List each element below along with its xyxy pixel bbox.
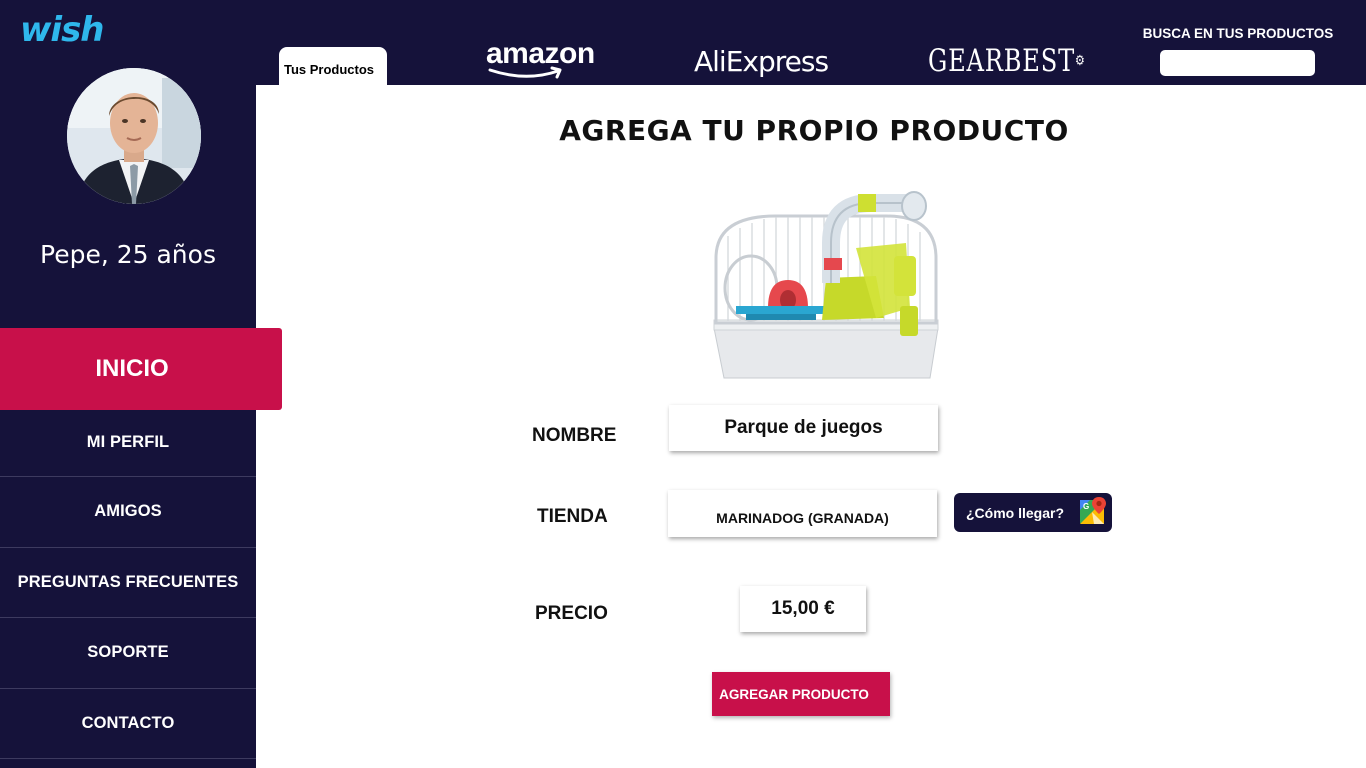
sidebar-item-contacto[interactable]: CONTACTO: [0, 689, 256, 759]
search-label: BUSCA EN TUS PRODUCTOS: [1142, 26, 1334, 41]
gearbest-logo-text: GEARBEST: [928, 43, 1075, 79]
amazon-logo[interactable]: amazon: [486, 38, 596, 84]
como-llegar-button[interactable]: ¿Cómo llegar? G: [954, 493, 1112, 532]
google-maps-icon: G: [1080, 497, 1106, 524]
sidebar: wish Pepe, 25 años INICIO MI PERFIL AMIG…: [0, 0, 282, 768]
avatar: [67, 68, 201, 204]
hamster-cage-image: [706, 188, 946, 386]
como-llegar-label: ¿Cómo llegar?: [966, 504, 1065, 521]
sidebar-item-soporte[interactable]: SOPORTE: [0, 618, 256, 689]
page-title: AGREGA TU PROPIO PRODUCTO: [559, 114, 1069, 147]
amazon-smile-icon: [488, 66, 562, 79]
search-input[interactable]: [1160, 50, 1315, 76]
svg-text:G: G: [1083, 502, 1089, 511]
agregar-producto-button[interactable]: AGREGAR PRODUCTO: [712, 672, 890, 716]
tienda-label: TIENDA: [537, 506, 608, 527]
precio-field[interactable]: 15,00 €: [740, 586, 866, 632]
gear-icon: ⚙: [1074, 53, 1086, 69]
user-name: Pepe, 25 años: [40, 240, 216, 269]
tienda-field[interactable]: MARINADOG (GRANADA): [668, 490, 937, 537]
precio-label: PRECIO: [535, 603, 608, 624]
wish-logo-text: wish: [20, 10, 104, 50]
gearbest-logo[interactable]: GEARBEST⚙: [928, 44, 1086, 78]
sidebar-item-inicio[interactable]: INICIO: [0, 328, 282, 410]
nombre-field[interactable]: Parque de juegos: [669, 405, 938, 451]
sidebar-item-mi-perfil[interactable]: MI PERFIL: [0, 408, 256, 477]
aliexpress-logo[interactable]: AliExpress: [694, 46, 829, 78]
nombre-label: NOMBRE: [532, 425, 617, 446]
sidebar-item-amigos[interactable]: AMIGOS: [0, 477, 256, 548]
sidebar-item-preguntas-frecuentes[interactable]: PREGUNTAS FRECUENTES: [0, 548, 256, 618]
tab-tus-productos[interactable]: Tus Productos: [279, 47, 387, 85]
wish-logo[interactable]: wish: [20, 10, 116, 50]
sidebar-nav: MI PERFIL AMIGOS PREGUNTAS FRECUENTES SO…: [0, 408, 256, 759]
